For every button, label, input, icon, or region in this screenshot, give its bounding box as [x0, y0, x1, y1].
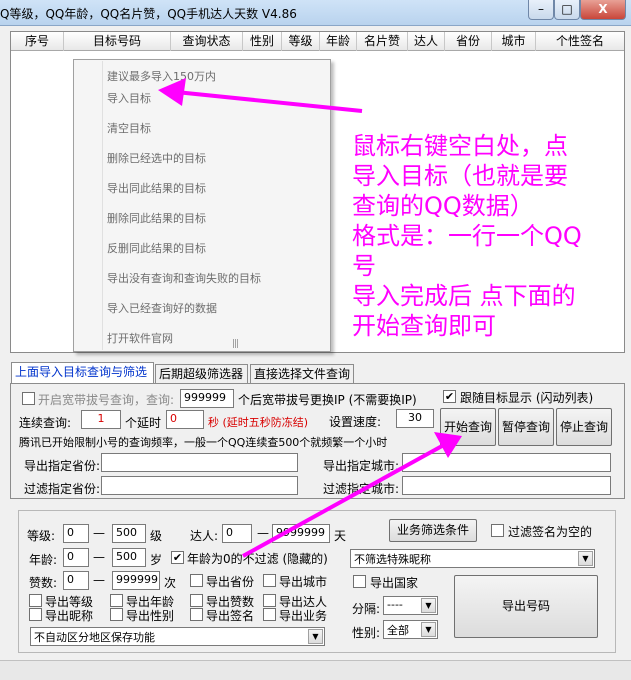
arrow-to-start-icon [242, 444, 443, 558]
arrow-head-import-icon [158, 78, 186, 106]
arrow-head-start-icon [434, 432, 462, 458]
annotation-arrows [158, 78, 462, 558]
arrow-to-import-icon [175, 90, 363, 113]
